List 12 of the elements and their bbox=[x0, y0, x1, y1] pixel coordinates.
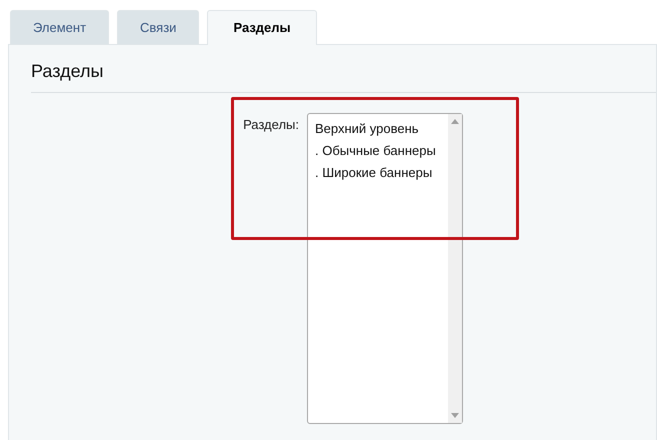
list-option[interactable]: . Широкие баннеры bbox=[315, 162, 448, 184]
section-listbox[interactable]: Верхний уровень . Обычные баннеры . Широкие баннеры bbox=[307, 113, 463, 424]
tab[interactable]: Элемент bbox=[10, 10, 110, 44]
field-label: Разделы: bbox=[242, 116, 300, 134]
tab[interactable]: Разделы bbox=[207, 10, 317, 45]
scroll-up-icon[interactable] bbox=[451, 119, 459, 124]
scrollbar[interactable] bbox=[448, 114, 462, 423]
list-option[interactable]: Верхний уровень bbox=[315, 118, 448, 140]
section-title: Разделы bbox=[30, 60, 104, 83]
tab[interactable]: Связи bbox=[117, 10, 200, 44]
scroll-down-icon[interactable] bbox=[451, 413, 459, 418]
list-option[interactable]: . Обычные баннеры bbox=[315, 140, 448, 162]
